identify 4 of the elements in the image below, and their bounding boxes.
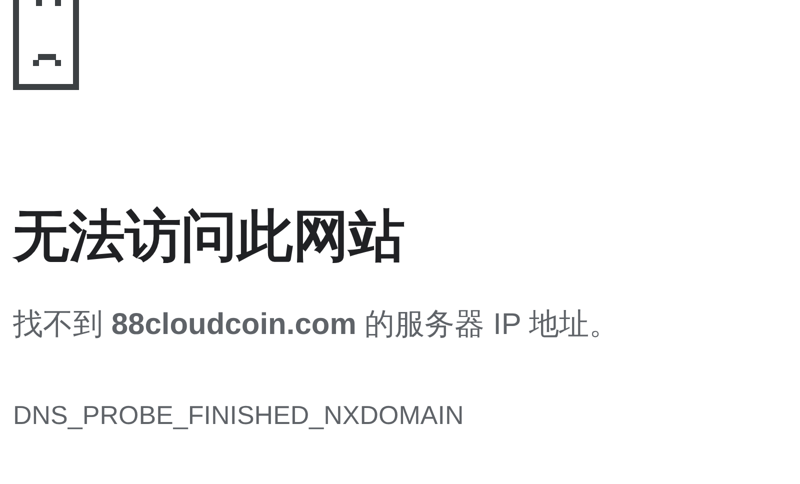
sad-page-icon [13, 0, 79, 90]
error-message: 找不到 88cloudcoin.com 的服务器 IP 地址。 [13, 310, 620, 340]
error-code: DNS_PROBE_FINISHED_NXDOMAIN [13, 402, 465, 428]
error-title: 无法访问此网站 [13, 208, 406, 264]
